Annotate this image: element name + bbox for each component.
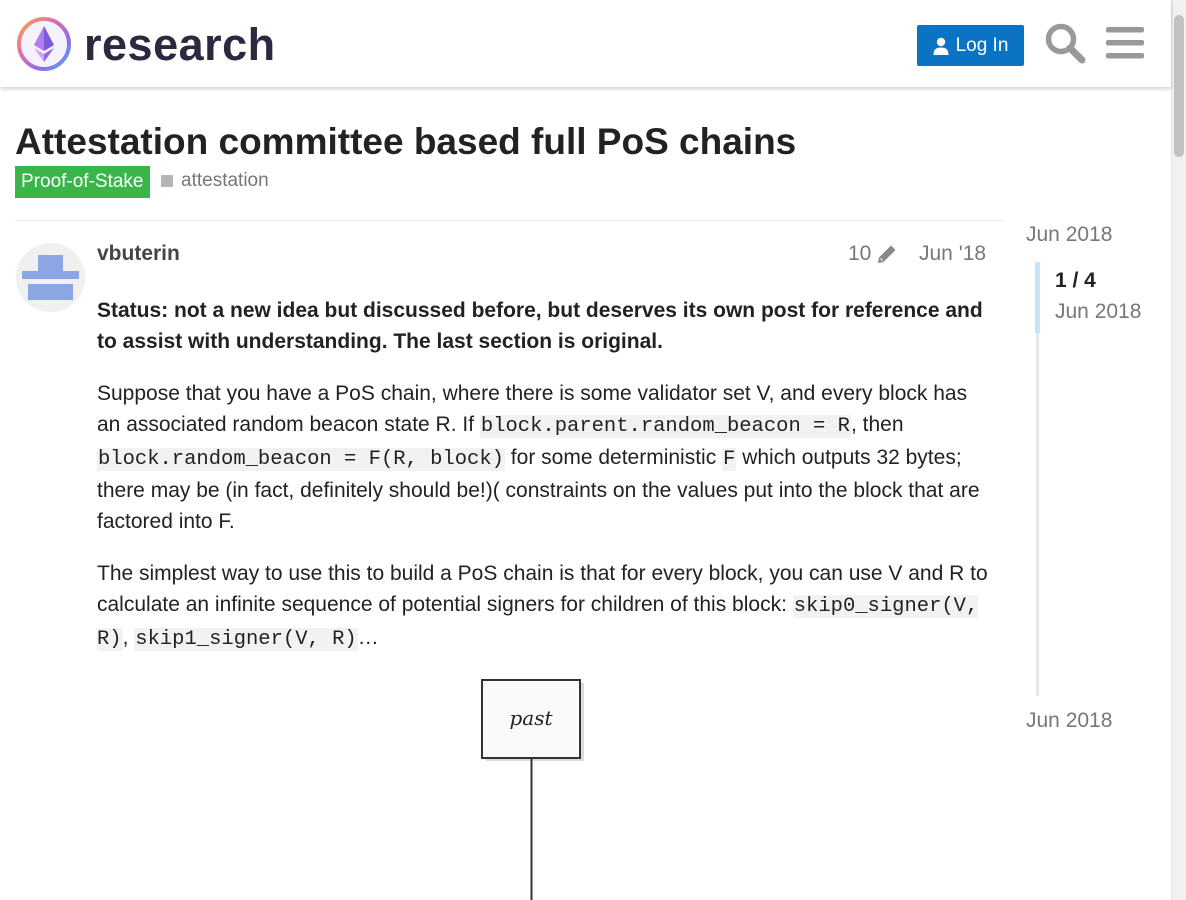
inline-code: block.random_beacon = F(R, block): [97, 448, 505, 471]
timeline-end-date[interactable]: Jun 2018: [1026, 708, 1112, 734]
user-icon: [933, 37, 949, 55]
hamburger-menu-icon[interactable]: [1106, 25, 1144, 61]
post-date[interactable]: Jun '18: [919, 240, 986, 268]
scrollbar-thumb[interactable]: [1174, 15, 1184, 157]
category-badge[interactable]: Proof-of-Stake: [15, 166, 150, 198]
post-paragraph: Suppose that you have a PoS chain, where…: [97, 378, 992, 537]
topic-divider: [15, 220, 1004, 221]
post-paragraph: The simplest way to use this to build a …: [97, 558, 992, 655]
edit-history-button[interactable]: 10: [848, 240, 898, 268]
site-logo[interactable]: research: [16, 14, 276, 74]
login-button[interactable]: Log In: [917, 25, 1024, 66]
tag-label: attestation: [181, 170, 269, 191]
timeline-start-date[interactable]: Jun 2018: [1026, 222, 1112, 248]
status-text: Status: not a new idea but discussed bef…: [97, 299, 983, 353]
avatar[interactable]: [16, 243, 85, 312]
post-body: Status: not a new idea but discussed bef…: [97, 295, 992, 676]
ethereum-logo-icon: [17, 17, 71, 71]
timeline-position-date: Jun 2018: [1055, 300, 1142, 323]
paragraph-text: …: [357, 626, 379, 649]
post-username[interactable]: vbuterin: [97, 240, 180, 268]
site-header: research Log In: [0, 0, 1171, 87]
paragraph-text: , then: [850, 413, 904, 436]
chain-diagram-image[interactable]: past: [470, 672, 600, 900]
avatar-identicon-icon: [16, 243, 85, 312]
timeline-handle[interactable]: [1035, 262, 1040, 333]
inline-code: skip1_signer(V, R): [134, 628, 358, 651]
diagram-block-label: past: [509, 706, 553, 730]
timeline-position: 1 / 4: [1055, 269, 1096, 292]
tag-attestation[interactable]: attestation: [161, 166, 269, 196]
inline-code: F: [722, 448, 737, 471]
paragraph-text: ,: [122, 626, 135, 649]
search-icon[interactable]: [1044, 22, 1086, 64]
page-scrollbar[interactable]: [1171, 0, 1186, 900]
inline-code: block.parent.random_beacon = R: [479, 415, 851, 438]
paragraph-text: for some deterministic: [504, 446, 723, 469]
login-label: Log In: [955, 34, 1009, 56]
edit-count: 10: [848, 242, 872, 265]
tag-square-icon: [161, 175, 173, 187]
site-name: research: [84, 18, 276, 70]
topic-title[interactable]: Attestation committee based full PoS cha…: [15, 120, 796, 164]
pencil-icon: [878, 245, 896, 263]
post-paragraph: Status: not a new idea but discussed bef…: [97, 295, 992, 357]
